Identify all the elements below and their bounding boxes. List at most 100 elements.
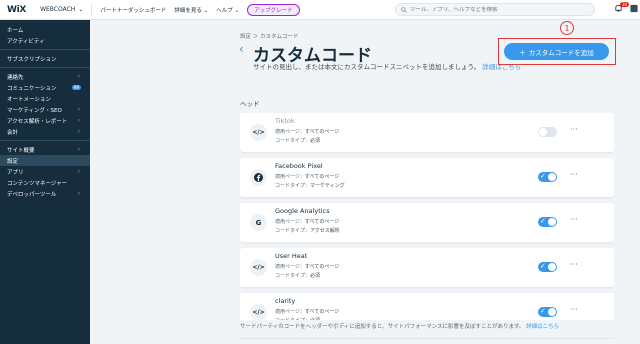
code-page-meta: 適用ページ：すべてのページ [275, 173, 339, 180]
toggle-knob [548, 263, 556, 271]
divider [91, 3, 93, 16]
page-description: サイトの見出し、または本文にカスタムコードスニペットを追加しましょう。 詳細はこ… [253, 62, 523, 72]
section-heading-head: ヘッド [240, 100, 260, 108]
check-icon: ✓ [540, 172, 546, 180]
code-type-meta: コードタイプ：必須 [275, 272, 320, 279]
site-selector[interactable]: WEBCOACH ⌄ [40, 6, 83, 13]
sidebar-item-label: アクセス解析・レポート [7, 118, 68, 125]
chevron-right-icon: › [77, 168, 80, 175]
code-name: User Heat [275, 252, 308, 260]
enable-toggle[interactable] [538, 127, 557, 137]
site-name: WEBCOACH [40, 6, 76, 13]
count-badge: 99 [71, 85, 81, 90]
sidebar-item-label: アプリ [7, 169, 24, 176]
wix-logo[interactable]: WiX [7, 5, 26, 15]
meta-value: すべてのページ [304, 309, 340, 315]
sidebar-item[interactable]: マーケティング・SEO › [0, 104, 90, 115]
add-custom-code-button[interactable]: ＋ カスタムコードを追加 [504, 43, 609, 60]
facebook-icon [250, 169, 267, 186]
code-type-meta: コードタイプ：マーケティング [275, 182, 345, 189]
enable-toggle[interactable]: ✓ [538, 217, 557, 227]
toggle-knob [548, 308, 556, 316]
breadcrumb-separator: ＞ [252, 34, 261, 40]
check-icon: ✓ [540, 262, 546, 270]
help-menu[interactable]: ヘルプ ⌄ [216, 6, 239, 14]
code-card: G Google Analytics 適用ページ：すべてのページ コードタイプ：アクセ… [240, 203, 614, 242]
sidebar-item-label: オートメーション [7, 96, 51, 103]
more-options-icon[interactable]: ··· [570, 305, 578, 314]
sidebar-item[interactable]: コミュニケーション 99 [0, 82, 90, 93]
enable-toggle[interactable]: ✓ [538, 172, 557, 182]
meta-key: 適用ページ： [275, 129, 305, 135]
sidebar-item-label: サブスクリプション [7, 56, 57, 63]
enable-toggle[interactable]: ✓ [538, 307, 557, 317]
sidebar-divider [0, 67, 90, 68]
meta-key: コードタイプ： [275, 183, 311, 189]
annotation-number: 1 [560, 21, 574, 35]
meta-key: 適用ページ： [275, 174, 305, 180]
meta-key: コードタイプ： [275, 318, 310, 320]
more-options-icon[interactable]: ··· [570, 170, 578, 179]
sidebar-item[interactable]: アプリ › [0, 166, 90, 177]
search-icon [401, 6, 407, 13]
check-icon: ✓ [540, 217, 546, 225]
code-name: Google Analytics [275, 207, 330, 215]
meta-key: 適用ページ： [275, 219, 305, 225]
sidebar-item-label: デベロッパーツール [7, 191, 57, 198]
code-name: Facebook Pixel [275, 162, 323, 170]
code-card: </> clarity 適用ページ：すべてのページコードタイプ：必須 ✓ ··· [240, 293, 614, 320]
add-button-label: カスタムコードを追加 [528, 49, 594, 57]
search-input[interactable] [410, 6, 590, 13]
code-type-meta: コードタイプ：必須 [275, 137, 320, 144]
sidebar-item[interactable]: コンテンツマネージャー [0, 177, 90, 188]
meta-value: 必須 [310, 273, 321, 279]
sidebar-item[interactable]: アクティビティ [0, 35, 90, 46]
divider [240, 338, 614, 339]
meta-key: 適用ページ： [275, 264, 305, 270]
toggle-knob [548, 173, 556, 181]
sidebar-item[interactable]: 会計 › [0, 126, 90, 137]
meta-value: すべてのページ [304, 264, 340, 270]
notification-badge: 30 [620, 2, 630, 7]
more-options-icon[interactable]: ··· [570, 215, 578, 224]
breadcrumb-settings[interactable]: 設定 [240, 34, 251, 40]
meta-value: 必須 [310, 138, 321, 144]
sidebar-item[interactable]: デベロッパーツール › [0, 188, 90, 199]
code-name: clarity [275, 297, 296, 305]
code-page-meta: 適用ページ：すべてのページ [275, 218, 339, 225]
meta-value: 必須 [310, 318, 320, 320]
sidebar-item[interactable]: ホーム [0, 24, 90, 35]
sidebar-item[interactable]: サブスクリプション [0, 53, 90, 64]
sidebar-item-label: コンテンツマネージャー [7, 180, 68, 187]
upgrade-button[interactable]: アップグレード [247, 3, 300, 16]
partner-dashboard-link[interactable]: パートナーダッシュボード [100, 6, 166, 14]
more-options-icon[interactable]: ··· [570, 125, 578, 134]
check-icon: ✓ [540, 307, 546, 315]
sidebar-item[interactable]: サイト概要 › [0, 144, 90, 155]
sidebar-item[interactable]: オートメーション [0, 93, 90, 104]
account-avatar[interactable] [630, 4, 638, 15]
learn-more-menu[interactable]: 詳細を見る ⌄ [174, 6, 208, 14]
back-arrow-icon[interactable]: ‹ [239, 42, 244, 56]
sidebar-item[interactable]: 設定 [0, 155, 90, 166]
sidebar-item[interactable]: 連絡先 › [0, 71, 90, 82]
chevron-right-icon: › [77, 146, 80, 153]
toggle-knob [548, 218, 556, 226]
code-card: </> User Heat 適用ページ：すべてのページ コードタイプ：必須 ✓ ··· [240, 248, 614, 287]
sidebar-item-label: マーケティング・SEO [7, 107, 62, 114]
sidebar-item-label: コミュニケーション [7, 85, 57, 92]
footer-learn-more-link[interactable]: 詳細はこちら [526, 324, 559, 330]
code-list: </> Tiktok 適用ページ：すべてのページ コードタイプ：必須 ··· Facebo… [240, 113, 614, 320]
sidebar-item[interactable]: アクセス解析・レポート › [0, 115, 90, 126]
learn-more-label: 詳細を見る [174, 7, 202, 14]
google-icon: G [250, 214, 267, 231]
sidebar-item-label: サイト概要 [7, 147, 35, 154]
chevron-down-icon: ⌄ [78, 6, 84, 13]
enable-toggle[interactable]: ✓ [538, 262, 557, 272]
breadcrumb-current: カスタムコード [260, 34, 299, 40]
search-box[interactable] [395, 3, 595, 16]
sidebar-item-label: ホーム [7, 27, 24, 34]
sidebar-divider [0, 140, 90, 141]
chevron-right-icon: › [77, 106, 80, 113]
more-options-icon[interactable]: ··· [570, 260, 578, 269]
